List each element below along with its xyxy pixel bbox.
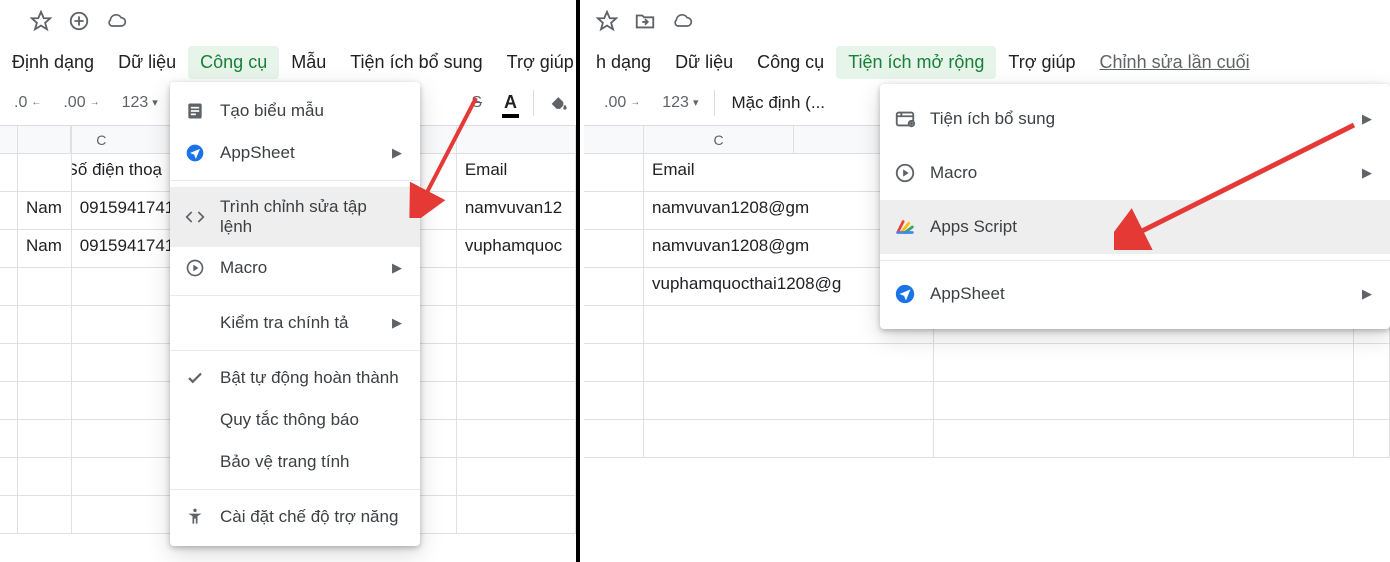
cloud-icon[interactable] — [106, 10, 128, 32]
cell-phone[interactable]: 0915941741 — [72, 192, 171, 230]
menu-addons[interactable]: Tiện ích bổ sung — [338, 46, 494, 79]
menubar: Định dạng Dữ liệu Công cụ Mẫu Tiện ích b… — [0, 44, 576, 80]
menu-tools[interactable]: Công cụ — [745, 46, 836, 79]
menu-label: Trình chỉnh sửa tập lệnh — [220, 197, 402, 237]
menu-autocomplete[interactable]: Bật tự động hoàn thành — [170, 357, 420, 399]
code-icon — [184, 206, 206, 228]
separator — [170, 489, 420, 490]
menu-appsheet[interactable]: AppSheet ▶ — [170, 132, 420, 174]
cloud-icon[interactable] — [672, 10, 694, 32]
menu-protect-sheet[interactable]: Bảo vệ trang tính — [170, 441, 420, 483]
col-header-c[interactable]: C — [71, 126, 171, 153]
menu-label: Macro — [930, 163, 1348, 183]
col-header-c[interactable]: C — [644, 126, 794, 153]
menu-macro[interactable]: Macro ▶ — [880, 146, 1390, 200]
separator — [170, 295, 420, 296]
col-header[interactable] — [18, 126, 72, 153]
check-icon — [184, 367, 206, 389]
menu-label: Tiện ích bổ sung — [930, 109, 1348, 129]
font-family-select[interactable]: Mặc định (... — [725, 89, 831, 117]
menu-label: AppSheet — [930, 284, 1348, 304]
menu-data[interactable]: Dữ liệu — [106, 46, 188, 79]
menu-macro[interactable]: Macro ▶ — [170, 247, 420, 289]
col-spacer — [584, 126, 644, 153]
cell-phone[interactable]: 0915941741 — [72, 230, 171, 268]
increase-decimal-button[interactable]: .00→ — [57, 90, 105, 116]
star-icon[interactable] — [596, 10, 618, 32]
increase-decimal-button[interactable]: .00→ — [598, 90, 646, 116]
move-icon[interactable] — [68, 10, 90, 32]
apps-script-icon — [894, 216, 916, 238]
accessibility-icon — [184, 506, 206, 528]
separator — [170, 350, 420, 351]
cell-gender[interactable]: Nam — [18, 230, 72, 268]
menu-label: Cài đặt chế độ trợ năng — [220, 507, 402, 527]
menu-tools[interactable]: Công cụ — [188, 46, 279, 79]
separator — [880, 260, 1390, 261]
tools-dropdown: Tạo biểu mẫu AppSheet ▶ Trình chỉnh sửa … — [170, 82, 420, 546]
title-icons — [584, 0, 1390, 44]
chevron-right-icon: ▶ — [392, 260, 402, 276]
menu-label: Bật tự động hoàn thành — [220, 368, 402, 388]
menu-forms[interactable]: Mẫu — [279, 46, 338, 79]
fill-color-button[interactable] — [544, 89, 576, 117]
decrease-decimal-button[interactable]: .0← — [8, 90, 47, 116]
cell-email[interactable]: namvuvan12 — [457, 192, 576, 230]
record-icon — [894, 162, 916, 184]
menu-label: Tạo biểu mẫu — [220, 101, 402, 121]
menu-script-editor[interactable]: Trình chỉnh sửa tập lệnh — [170, 187, 420, 247]
cell[interactable] — [18, 154, 72, 192]
chevron-right-icon: ▶ — [1362, 286, 1372, 302]
number-format-button[interactable]: 123▾ — [656, 90, 704, 116]
chevron-right-icon: ▶ — [1362, 111, 1372, 127]
menu-format[interactable]: h dạng — [584, 46, 663, 79]
addons-icon — [894, 108, 916, 130]
menu-label: AppSheet — [220, 143, 378, 163]
menu-spellcheck[interactable]: Kiểm tra chính tả ▶ — [170, 302, 420, 344]
extensions-dropdown: Tiện ích bổ sung ▶ Macro ▶ Apps Script A… — [880, 84, 1390, 329]
star-icon[interactable] — [30, 10, 52, 32]
menu-label: Apps Script — [930, 217, 1372, 237]
separator — [533, 90, 534, 116]
cell-email-header[interactable]: Email — [457, 154, 576, 192]
record-icon — [184, 257, 206, 279]
menu-help[interactable]: Trợ giúp — [996, 46, 1087, 79]
chevron-right-icon: ▶ — [392, 145, 402, 161]
menu-create-form[interactable]: Tạo biểu mẫu — [170, 90, 420, 132]
number-format-button[interactable]: 123▾ — [116, 90, 164, 116]
cell-email[interactable]: vuphamquoc — [457, 230, 576, 268]
chevron-right-icon: ▶ — [392, 315, 402, 331]
separator — [714, 90, 715, 116]
col-header-e[interactable] — [457, 126, 576, 153]
menu-format[interactable]: Định dạng — [0, 46, 106, 79]
appsheet-icon — [894, 283, 916, 305]
menu-label: Bảo vệ trang tính — [220, 452, 402, 472]
appsheet-icon — [184, 142, 206, 164]
menu-label: Kiểm tra chính tả — [220, 313, 378, 333]
menu-addons[interactable]: Tiện ích bổ sung ▶ — [880, 92, 1390, 146]
move-to-drive-icon[interactable] — [634, 10, 656, 32]
last-edit-link[interactable]: Chỉnh sửa lần cuối — [1088, 46, 1262, 79]
menu-accessibility[interactable]: Cài đặt chế độ trợ năng — [170, 496, 420, 538]
menu-data[interactable]: Dữ liệu — [663, 46, 745, 79]
menu-appsheet[interactable]: AppSheet ▶ — [880, 267, 1390, 321]
title-icons — [0, 0, 576, 44]
menubar: h dạng Dữ liệu Công cụ Tiện ích mở rộng … — [584, 44, 1390, 80]
strikethrough-button[interactable]: S — [465, 90, 488, 116]
cell-gender[interactable]: Nam — [18, 192, 72, 230]
rowhdr-corner — [0, 126, 18, 153]
menu-extensions[interactable]: Tiện ích mở rộng — [836, 46, 996, 79]
separator — [170, 180, 420, 181]
chevron-right-icon: ▶ — [1362, 165, 1372, 181]
menu-notification-rules[interactable]: Quy tắc thông báo — [170, 399, 420, 441]
text-color-button[interactable]: A — [498, 88, 523, 117]
cell-phone-header[interactable]: Số điện thoạ — [72, 154, 171, 192]
menu-label: Macro — [220, 258, 378, 278]
form-icon — [184, 100, 206, 122]
menu-help[interactable]: Trợ giúp — [495, 46, 580, 79]
menu-apps-script[interactable]: Apps Script — [880, 200, 1390, 254]
menu-label: Quy tắc thông báo — [220, 410, 402, 430]
